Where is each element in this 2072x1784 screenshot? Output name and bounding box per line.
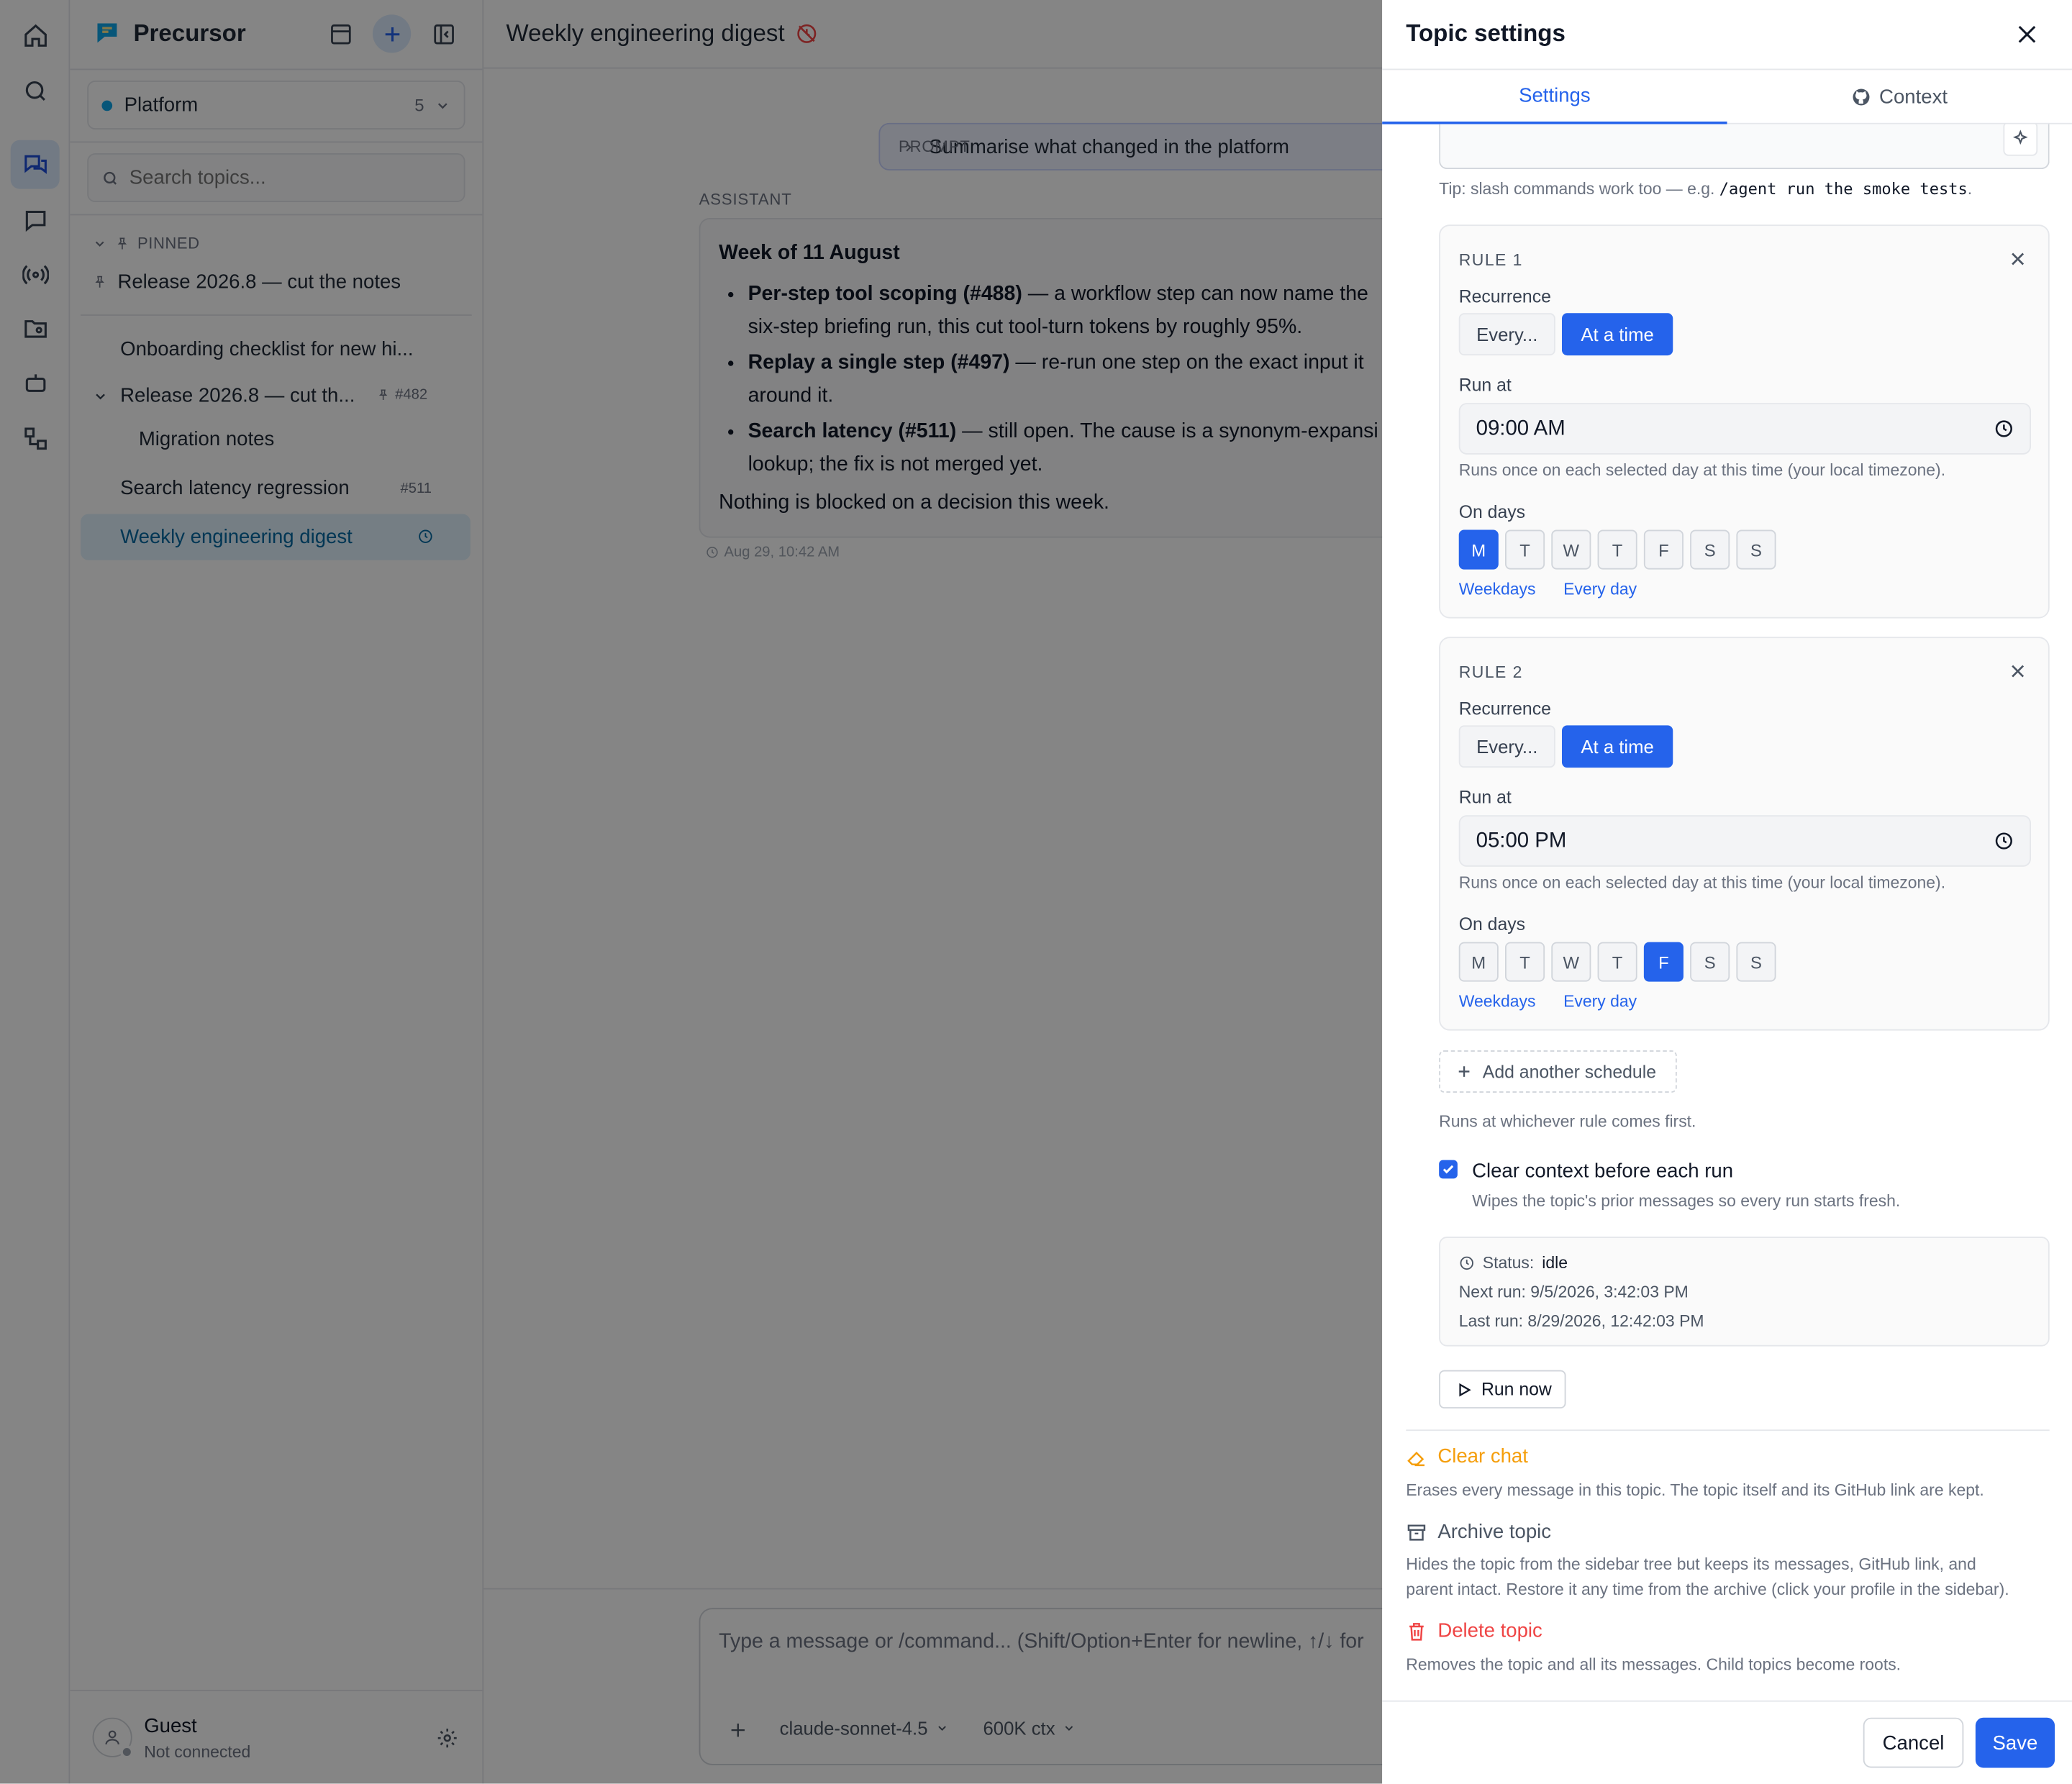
time-hint: Runs once on each selected day at this t… <box>1458 873 1946 892</box>
trash-icon <box>1409 1622 1424 1640</box>
archive-icon <box>1407 1524 1426 1540</box>
rule-title: RULE 1 <box>1458 250 1523 270</box>
sparkle-icon[interactable] <box>2003 124 2038 156</box>
archive-topic-button[interactable]: Archive topic <box>1406 1521 1551 1543</box>
days-label: On days <box>1458 501 1526 522</box>
status-line: Status: idle <box>1459 1254 1568 1273</box>
run-at-label: Run at <box>1458 375 1512 396</box>
clear-chat-button[interactable]: Clear chat <box>1406 1445 1528 1468</box>
day-tue[interactable]: T <box>1505 942 1545 982</box>
day-sat[interactable]: S <box>1690 942 1730 982</box>
day-thu[interactable]: T <box>1597 529 1637 570</box>
at-time-option[interactable]: At a time <box>1561 725 1673 768</box>
run-now-button[interactable]: Run now <box>1439 1370 1566 1408</box>
at-time-option[interactable]: At a time <box>1561 313 1673 356</box>
day-wed[interactable]: W <box>1551 529 1591 570</box>
close-icon[interactable] <box>2009 662 2027 681</box>
close-icon[interactable] <box>2014 21 2040 47</box>
day-picker: M T W T F S S <box>1458 942 1776 982</box>
last-run: Last run: 8/29/2026, 12:42:03 PM <box>1458 1311 1704 1331</box>
day-fri[interactable]: F <box>1643 529 1684 570</box>
github-icon <box>1853 88 1870 106</box>
every-day-link[interactable]: Every day <box>1563 992 1637 1011</box>
archive-topic-desc: Hides the topic from the sidebar tree bu… <box>1406 1555 2009 1599</box>
schedule-rule: RULE 1 Recurrence Every... At a time Run… <box>1439 224 2050 619</box>
eraser-icon <box>1407 1451 1424 1466</box>
status-value: idle <box>1542 1254 1568 1273</box>
modal-overlay[interactable] <box>0 0 1383 1784</box>
recurrence-label: Recurrence <box>1458 286 1551 307</box>
time-hint: Runs once on each selected day at this t… <box>1458 461 1946 480</box>
recurrence-toggle: Every... At a time <box>1458 725 1673 768</box>
clear-chat-desc: Erases every message in this topic. The … <box>1406 1480 1984 1500</box>
day-sun[interactable]: S <box>1736 942 1776 982</box>
cancel-button[interactable]: Cancel <box>1863 1717 1964 1768</box>
weekdays-link[interactable]: Weekdays <box>1459 580 1536 599</box>
time-input[interactable]: 09:00 AM <box>1458 403 2032 455</box>
schedule-note: Runs at whichever rule comes first. <box>1439 1112 1696 1132</box>
next-run: Next run: 9/5/2026, 3:42:03 PM <box>1458 1283 1689 1302</box>
day-wed[interactable]: W <box>1551 942 1591 982</box>
clock-icon <box>1995 832 2012 850</box>
prompt-textarea[interactable] <box>1439 124 2050 170</box>
rule-title: RULE 2 <box>1458 663 1523 682</box>
recurrence-toggle: Every... At a time <box>1458 313 1673 356</box>
close-icon[interactable] <box>2009 250 2027 268</box>
check-icon <box>1442 1165 1454 1174</box>
delete-topic-desc: Removes the topic and all its messages. … <box>1406 1655 1901 1675</box>
day-thu[interactable]: T <box>1597 942 1637 982</box>
day-mon[interactable]: M <box>1458 529 1499 570</box>
day-fri[interactable]: F <box>1643 942 1684 982</box>
time-input[interactable]: 05:00 PM <box>1458 815 2032 867</box>
every-day-link[interactable]: Every day <box>1563 580 1637 599</box>
status-box: Status: idle Next run: 9/5/2026, 3:42:03… <box>1439 1237 2050 1347</box>
day-picker: M T W T F S S <box>1458 529 1776 570</box>
weekdays-link[interactable]: Weekdays <box>1459 992 1536 1011</box>
panel-footer: Cancel Save <box>1382 1700 2072 1784</box>
day-shortcuts: Weekdays Every day <box>1459 992 1637 1011</box>
every-option[interactable]: Every... <box>1458 313 1555 356</box>
topic-settings-panel: Topic settings Settings Context Tip: sla… <box>1382 0 2072 1784</box>
settings-scroll[interactable]: Tip: slash commands work too — e.g. /age… <box>1382 124 2072 1429</box>
clear-context-desc: Wipes the topic's prior messages so ever… <box>1472 1191 1901 1211</box>
day-mon[interactable]: M <box>1458 942 1499 982</box>
save-button[interactable]: Save <box>1975 1717 2055 1768</box>
settings-tabs: Settings Context <box>1382 68 2072 124</box>
schedule-rule: RULE 2 Recurrence Every... At a time Run… <box>1439 637 2050 1031</box>
day-shortcuts: Weekdays Every day <box>1459 580 1637 599</box>
run-at-label: Run at <box>1458 787 1512 808</box>
day-tue[interactable]: T <box>1505 529 1545 570</box>
tip-text: Tip: slash commands work too — e.g. /age… <box>1439 179 1973 199</box>
tab-context[interactable]: Context <box>1727 70 2072 124</box>
delete-topic-button[interactable]: Delete topic <box>1406 1620 1542 1642</box>
plus-icon <box>1458 1066 1470 1077</box>
day-sun[interactable]: S <box>1736 529 1776 570</box>
clock-icon <box>1995 420 2012 437</box>
panel-title: Topic settings <box>1406 19 1566 47</box>
clock-icon <box>1460 1256 1473 1270</box>
add-schedule-button[interactable]: Add another schedule <box>1439 1050 1677 1093</box>
clear-context-checkbox[interactable] <box>1439 1160 1458 1179</box>
recurrence-label: Recurrence <box>1458 698 1551 719</box>
day-sat[interactable]: S <box>1690 529 1730 570</box>
clear-context-label[interactable]: Clear context before each run <box>1472 1160 1733 1183</box>
play-icon <box>1459 1382 1471 1396</box>
days-label: On days <box>1458 914 1526 934</box>
tab-settings[interactable]: Settings <box>1382 70 1727 124</box>
every-option[interactable]: Every... <box>1458 725 1555 768</box>
